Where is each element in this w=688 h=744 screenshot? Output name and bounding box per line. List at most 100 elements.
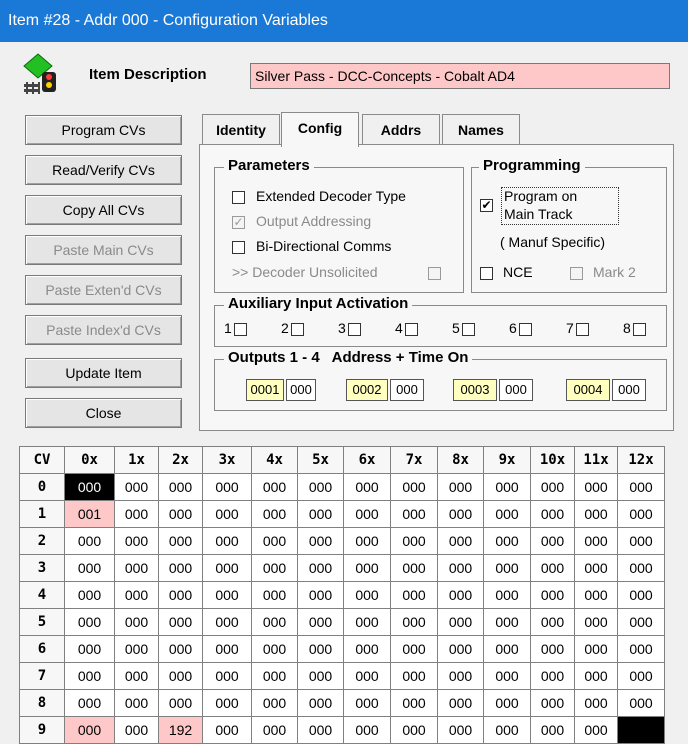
cv-cell[interactable]: 000 (202, 581, 252, 609)
program-cvs-button[interactable]: Program CVs (25, 115, 182, 145)
cv-cell[interactable]: 000 (483, 716, 531, 744)
cv-cell[interactable]: 000 (158, 527, 203, 555)
cv-cell[interactable]: 192 (158, 716, 203, 744)
cv-cell[interactable]: 000 (202, 554, 252, 582)
bidirectional-checkbox[interactable] (232, 241, 245, 254)
cv-cell[interactable]: 000 (390, 716, 438, 744)
cv-cell[interactable]: 000 (114, 662, 159, 690)
cv-cell[interactable]: 000 (343, 635, 391, 663)
cv-cell[interactable]: 000 (297, 581, 344, 609)
cv-cell[interactable]: 000 (530, 473, 575, 501)
program-on-main-checkbox[interactable]: ✔ (480, 199, 493, 212)
cv-cell[interactable]: 000 (483, 662, 531, 690)
paste-index-cvs-button[interactable]: Paste Index'd CVs (25, 315, 182, 345)
cv-cell[interactable]: 000 (437, 500, 484, 528)
cv-cell[interactable]: 000 (437, 635, 484, 663)
cv-cell[interactable]: 000 (574, 662, 618, 690)
cv-cell[interactable]: 000 (114, 608, 159, 636)
cv-cell[interactable]: 000 (437, 581, 484, 609)
paste-main-cvs-button[interactable]: Paste Main CVs (25, 235, 182, 265)
item-description-field[interactable]: Silver Pass - DCC-Concepts - Cobalt AD4 (250, 63, 670, 89)
copy-all-cvs-button[interactable]: Copy All CVs (25, 195, 182, 225)
cv-cell[interactable]: 000 (158, 554, 203, 582)
cv-cell[interactable]: 000 (343, 554, 391, 582)
cv-cell[interactable]: 000 (297, 716, 344, 744)
cv-cell[interactable]: 000 (251, 581, 298, 609)
cv-cell[interactable]: 000 (202, 635, 252, 663)
output-4-address-field[interactable]: 0004 (566, 379, 610, 401)
cv-cell[interactable]: 000 (114, 689, 159, 717)
cv-cell[interactable]: 000 (114, 635, 159, 663)
cv-cell[interactable]: 000 (158, 689, 203, 717)
aux-input-7-checkbox[interactable] (576, 323, 589, 336)
cv-cell[interactable]: 000 (617, 554, 665, 582)
cv-cell[interactable]: 000 (343, 689, 391, 717)
cv-cell[interactable]: 000 (251, 527, 298, 555)
cv-cell[interactable]: 000 (114, 716, 159, 744)
cv-cell[interactable]: 000 (437, 473, 484, 501)
cv-cell[interactable]: 000 (64, 473, 115, 501)
cv-cell[interactable]: 000 (483, 689, 531, 717)
cv-cell[interactable]: 000 (530, 662, 575, 690)
cv-cell[interactable]: 000 (202, 473, 252, 501)
cv-cell[interactable]: 000 (251, 554, 298, 582)
output-1-time-field[interactable]: 000 (286, 379, 316, 401)
mark2-checkbox[interactable] (570, 267, 583, 280)
cv-cell[interactable]: 000 (64, 554, 115, 582)
extended-decoder-checkbox[interactable] (232, 191, 245, 204)
cv-cell[interactable]: 000 (64, 689, 115, 717)
cv-cell[interactable]: 000 (297, 608, 344, 636)
aux-input-8-checkbox[interactable] (633, 323, 646, 336)
cv-cell[interactable]: 000 (483, 608, 531, 636)
cv-cell[interactable]: 000 (437, 662, 484, 690)
cv-cell[interactable]: 000 (64, 635, 115, 663)
cv-cell[interactable]: 000 (390, 473, 438, 501)
cv-cell[interactable]: 000 (574, 635, 618, 663)
cv-cell[interactable]: 000 (617, 500, 665, 528)
cv-cell[interactable]: 000 (202, 662, 252, 690)
cv-cell[interactable]: 000 (617, 608, 665, 636)
paste-extend-cvs-button[interactable]: Paste Exten'd CVs (25, 275, 182, 305)
cv-cell[interactable]: 000 (390, 635, 438, 663)
cv-cell[interactable]: 000 (390, 554, 438, 582)
output-1-address-field[interactable]: 0001 (246, 379, 284, 401)
output-2-address-field[interactable]: 0002 (346, 379, 388, 401)
cv-cell[interactable]: 000 (114, 473, 159, 501)
cv-cell[interactable]: 000 (297, 473, 344, 501)
cv-cell[interactable]: 001 (64, 500, 115, 528)
cv-cell[interactable]: 000 (530, 581, 575, 609)
cv-cell[interactable]: 000 (343, 662, 391, 690)
cv-cell[interactable]: 000 (530, 554, 575, 582)
tab-identity[interactable]: Identity (202, 114, 280, 144)
cv-cell[interactable]: 000 (617, 527, 665, 555)
cv-cell[interactable]: 000 (251, 608, 298, 636)
cv-cell[interactable]: 000 (64, 581, 115, 609)
cv-cell[interactable]: 000 (437, 554, 484, 582)
cv-cell[interactable]: 000 (158, 473, 203, 501)
cv-cell[interactable]: 000 (202, 608, 252, 636)
cv-cell[interactable]: 000 (158, 500, 203, 528)
output-3-time-field[interactable]: 000 (499, 379, 533, 401)
cv-cell[interactable]: 000 (343, 473, 391, 501)
cv-cell[interactable]: 000 (390, 608, 438, 636)
cv-cell[interactable]: 000 (251, 473, 298, 501)
cv-cell[interactable]: 000 (114, 527, 159, 555)
output-addressing-checkbox[interactable]: ✓ (232, 216, 245, 229)
cv-cell[interactable]: 000 (437, 716, 484, 744)
cv-cell[interactable]: 000 (530, 527, 575, 555)
cv-cell[interactable]: 000 (530, 635, 575, 663)
cv-cell[interactable]: 000 (64, 716, 115, 744)
cv-cell[interactable]: 000 (297, 500, 344, 528)
cv-cell[interactable]: 000 (202, 500, 252, 528)
cv-cell[interactable]: 000 (617, 662, 665, 690)
cv-cell[interactable]: 000 (343, 527, 391, 555)
cv-cell[interactable]: 000 (202, 716, 252, 744)
cv-cell[interactable]: 000 (437, 527, 484, 555)
update-item-button[interactable]: Update Item (25, 358, 182, 388)
close-button[interactable]: Close (25, 398, 182, 428)
cv-cell[interactable]: 000 (530, 689, 575, 717)
read-verify-cvs-button[interactable]: Read/Verify CVs (25, 155, 182, 185)
cv-cell[interactable]: 000 (483, 554, 531, 582)
cv-cell[interactable]: 000 (390, 689, 438, 717)
cv-cell[interactable]: 000 (617, 581, 665, 609)
